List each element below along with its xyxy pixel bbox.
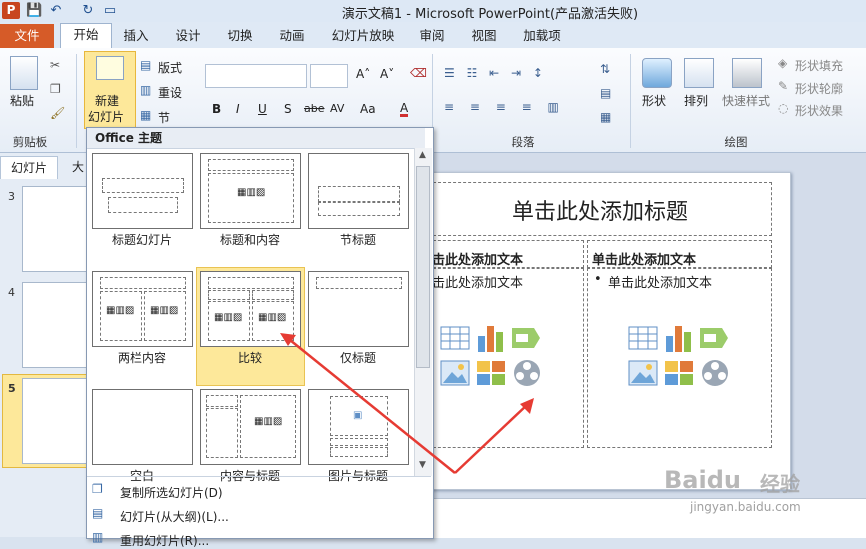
arrow-to-comparison bbox=[289, 339, 456, 474]
watermark-url: jingyan.baidu.com bbox=[690, 500, 801, 514]
arrowhead-right bbox=[520, 398, 534, 414]
annotation-arrows bbox=[280, 333, 534, 474]
watermark-cn: 经验 bbox=[760, 472, 800, 496]
watermark-brand: Baidu bbox=[664, 466, 741, 494]
arrow-to-slide bbox=[454, 403, 529, 474]
